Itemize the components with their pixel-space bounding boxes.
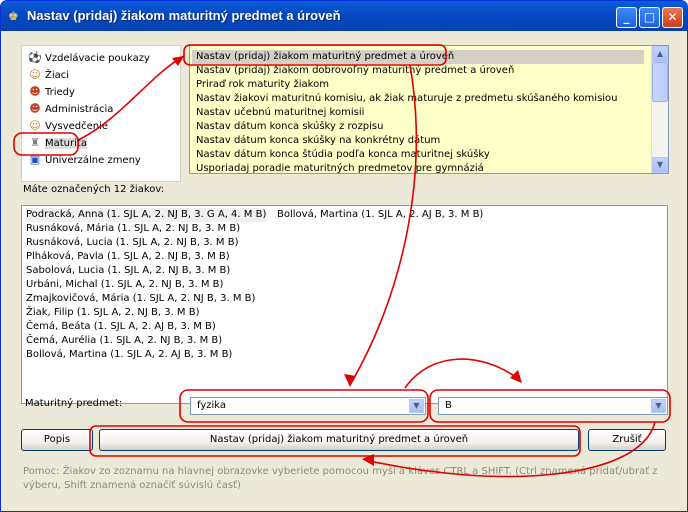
scroll-down-icon[interactable]: ▼ xyxy=(652,157,668,173)
category-tree[interactable]: ⚽ Vzdelávacie poukazy ☺ Žiaci ☻ Triedy ☻ Adm… xyxy=(21,45,181,182)
help-text: Pomoc: Žiakov zo zoznamu na hlavnej obra… xyxy=(23,466,658,491)
tree-item-label: Žiaci xyxy=(45,70,70,81)
level-select[interactable]: B ▼ xyxy=(438,397,668,415)
list-item[interactable]: Zmajkovičová, Mária (1. SJL A, 2. NJ B, … xyxy=(26,292,255,306)
student-icon: ☺ xyxy=(29,68,41,81)
scroll-up-icon[interactable]: ▲ xyxy=(652,46,668,62)
command-item[interactable]: Nastav žiakovi maturitnú komisiu, ak žia… xyxy=(196,92,618,106)
app-icon: ♚ xyxy=(8,9,19,23)
list-item[interactable]: Čemá, Beáta (1. SJL A, 2. AJ B, 3. M B) xyxy=(26,320,216,334)
tree-item-univerzalne-zmeny[interactable]: ▣ Univerzálne zmeny xyxy=(28,153,141,169)
certificate-icon: ☺ xyxy=(29,119,41,132)
subject-select[interactable]: fyzika ▼ xyxy=(190,397,426,415)
ball-icon: ⚽ xyxy=(28,51,42,64)
universal-icon: ▣ xyxy=(29,153,41,166)
command-item[interactable]: Nastav učebnú maturitnej komisii xyxy=(196,106,364,120)
window-title: Nastav (pridaj) žiakom maturitný predmet… xyxy=(27,8,341,23)
chevron-down-icon[interactable]: ▼ xyxy=(651,399,666,413)
selected-count-label: Máte označených 12 žiakov: xyxy=(23,184,165,195)
list-item[interactable]: Žiak, Filip (1. SJL A, 2. NJ B, 3. M B) xyxy=(26,306,200,320)
tree-item-vzdelavacie-poukazy[interactable]: ⚽ Vzdelávacie poukazy xyxy=(28,51,150,67)
list-item[interactable]: Bollová, Martina (1. SJL A, 2. AJ B, 3. … xyxy=(26,348,232,362)
admin-icon: ☻ xyxy=(29,102,41,115)
tree-item-label: Maturita xyxy=(45,138,87,149)
tree-item-administracia[interactable]: ☻ Administrácia xyxy=(28,102,113,118)
minimize-button[interactable]: _ xyxy=(616,7,637,28)
command-item[interactable]: Nastav dátum konca skúšky z rozpisu xyxy=(196,120,383,134)
group-icon: ☻ xyxy=(29,85,41,98)
tree-item-maturita[interactable]: ♜ Maturita xyxy=(28,136,87,152)
chevron-down-icon[interactable]: ▼ xyxy=(409,399,424,413)
list-item[interactable]: Čemá, Aurélia (1. SJL A, 2. NJ B, 3. M B… xyxy=(26,334,222,348)
command-item[interactable]: Nastav (pridaj) žiakom maturitný predmet… xyxy=(192,50,644,64)
tree-item-label: Triedy xyxy=(45,87,75,98)
student-list[interactable]: Podracká, Anna (1. SJL A, 2. NJ B, 3. G … xyxy=(21,205,668,404)
list-item[interactable]: Rusnáková, Mária (1. SJL A, 2. NJ B, 3. … xyxy=(26,222,240,236)
command-item[interactable]: Nastav dátum konca štúdia podľa konca ma… xyxy=(196,148,490,162)
command-item[interactable]: Nastav dátum konca skúšky na konkrétny d… xyxy=(196,134,440,148)
tree-item-label: Vzdelávacie poukazy xyxy=(45,53,150,64)
main-window: ♚ Nastav (pridaj) žiakom maturitný predm… xyxy=(0,0,688,512)
close-button[interactable]: ✕ xyxy=(662,7,683,28)
list-item[interactable]: Podracká, Anna (1. SJL A, 2. NJ B, 3. G … xyxy=(26,208,267,222)
cancel-button[interactable]: Zrušiť xyxy=(588,429,666,451)
list-item[interactable]: Bollová, Martina (1. SJL A, 2. AJ B, 3. … xyxy=(277,208,483,222)
list-item[interactable]: Rusnáková, Lucia (1. SJL A, 2. NJ B, 3. … xyxy=(26,236,239,250)
list-item[interactable]: Sabolová, Lucia (1. SJL A, 2. NJ B, 3. M… xyxy=(26,264,230,278)
tree-item-label: Univerzálne zmeny xyxy=(45,155,141,166)
subject-select-value: fyzika xyxy=(197,400,227,411)
scroll-thumb[interactable] xyxy=(652,62,668,102)
command-list-scrollbar[interactable]: ▲ ▼ xyxy=(651,46,668,173)
command-list[interactable]: Nastav (pridaj) žiakom maturitný predmet… xyxy=(189,45,669,174)
command-item[interactable]: Priraď rok maturity žiakom xyxy=(196,78,329,92)
tree-item-label: Administrácia xyxy=(45,104,114,115)
tree-item-ziaci[interactable]: ☺ Žiaci xyxy=(28,68,69,84)
apply-button[interactable]: Nastav (pridaj) žiakom maturitný predmet… xyxy=(99,429,579,451)
list-item[interactable]: Plháková, Pavla (1. SJL A, 2. NJ B, 3. M… xyxy=(26,250,230,264)
tree-item-label: Vysvedčenie xyxy=(45,121,109,132)
subject-label: Maturitný predmet: xyxy=(25,398,123,409)
command-item[interactable]: Usporiadaj poradie maturitných predmetov… xyxy=(196,162,484,173)
list-item[interactable]: Urbáni, Michal (1. SJL A, 2. NJ B, 3. M … xyxy=(26,278,223,292)
maximize-button[interactable]: □ xyxy=(639,7,660,28)
popis-button[interactable]: Popis xyxy=(21,429,93,451)
tree-item-triedy[interactable]: ☻ Triedy xyxy=(28,85,75,101)
trophy-icon: ♜ xyxy=(30,136,40,149)
title-bar[interactable]: ♚ Nastav (pridaj) žiakom maturitný predm… xyxy=(1,1,687,31)
command-item[interactable]: Nastav (pridaj) žiakom dobrovoľný maturi… xyxy=(196,64,514,78)
level-select-value: B xyxy=(445,400,452,411)
tree-item-vysvedcenie[interactable]: ☺ Vysvedčenie xyxy=(28,119,108,135)
dialog-body: ⚽ Vzdelávacie poukazy ☺ Žiaci ☻ Triedy ☻ Adm… xyxy=(5,31,683,507)
